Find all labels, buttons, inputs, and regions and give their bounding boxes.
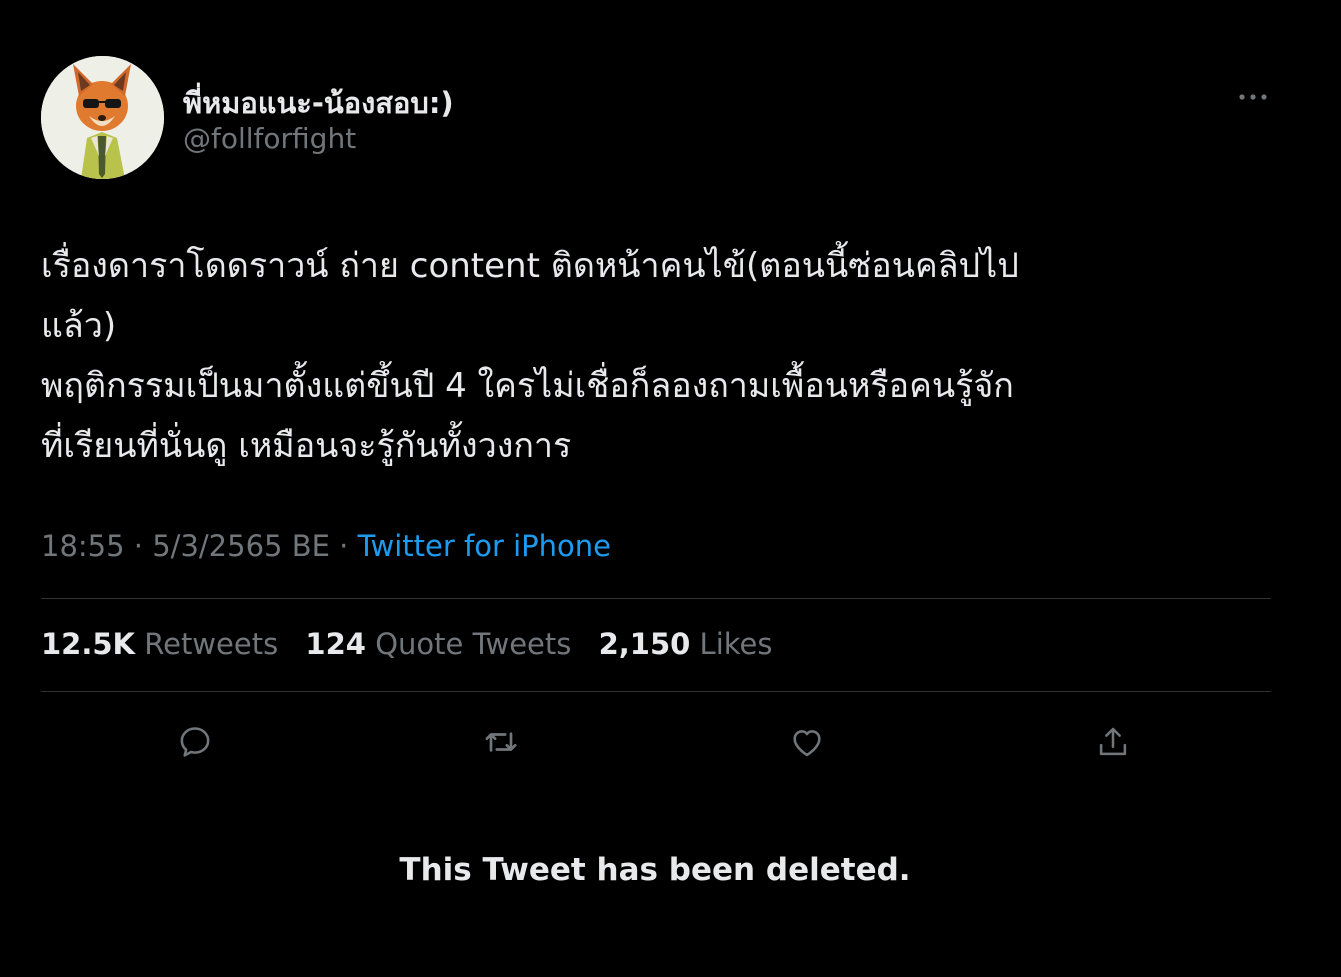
tweet-metadata: 18:55 · 5/3/2565 BE · Twitter for iPhone <box>41 529 611 563</box>
reply-icon <box>180 727 210 757</box>
retweets-count: 12.5K <box>41 627 136 661</box>
tweet-time[interactable]: 18:55 <box>41 529 125 563</box>
tweet-source-link[interactable]: Twitter for iPhone <box>358 529 611 563</box>
likes-count: 2,150 <box>598 627 691 661</box>
share-button[interactable] <box>1091 720 1135 764</box>
retweet-button[interactable] <box>479 720 523 764</box>
quote-tweets-count: 124 <box>305 627 366 661</box>
tweet-text: เรื่องดาราโดดราวน์ ถ่าย content ติดหน้าค… <box>41 236 1296 476</box>
avatar[interactable] <box>41 56 164 179</box>
retweets-label: Retweets <box>144 627 279 661</box>
share-icon <box>1099 727 1127 756</box>
more-horizontal-icon <box>1239 94 1267 100</box>
likes-label: Likes <box>699 627 773 661</box>
engagement-stats: 12.5K Retweets 124 Quote Tweets 2,150 Li… <box>41 627 790 661</box>
like-button[interactable] <box>785 720 829 764</box>
retweets-stat[interactable]: 12.5K Retweets <box>41 627 278 661</box>
tweet-line: แล้ว) <box>41 306 117 346</box>
divider <box>41 691 1271 692</box>
tweet-date[interactable]: 5/3/2565 BE <box>152 529 330 563</box>
tweet-line: ที่เรียนที่นั่นดู เหมือนจะรู้กันทั้งวงกา… <box>41 426 572 466</box>
display-name[interactable]: พี่หมอแนะ-น้องสอบ:) <box>183 80 454 126</box>
quote-tweets-stat[interactable]: 124 Quote Tweets <box>305 627 571 661</box>
divider <box>41 598 1271 599</box>
separator: · <box>339 529 349 563</box>
tweet-line: เรื่องดาราโดดราวน์ ถ่าย content ติดหน้าค… <box>41 246 1019 286</box>
separator: · <box>133 529 144 563</box>
tweet-line: พฤติกรรมเป็นมาตั้งแต่ขึ้นปี 4 ใครไม่เชื่… <box>41 366 1014 406</box>
quote-tweets-label: Quote Tweets <box>375 627 572 661</box>
fox-avatar-image <box>41 56 164 179</box>
heart-icon <box>793 730 821 757</box>
user-handle[interactable]: @follforfight <box>183 122 356 155</box>
retweet-icon <box>485 732 517 752</box>
more-options-button[interactable] <box>1234 82 1272 112</box>
deleted-tweet-notice: This Tweet has been deleted. <box>399 852 911 888</box>
reply-button[interactable] <box>173 720 217 764</box>
likes-stat[interactable]: 2,150 Likes <box>599 627 773 661</box>
